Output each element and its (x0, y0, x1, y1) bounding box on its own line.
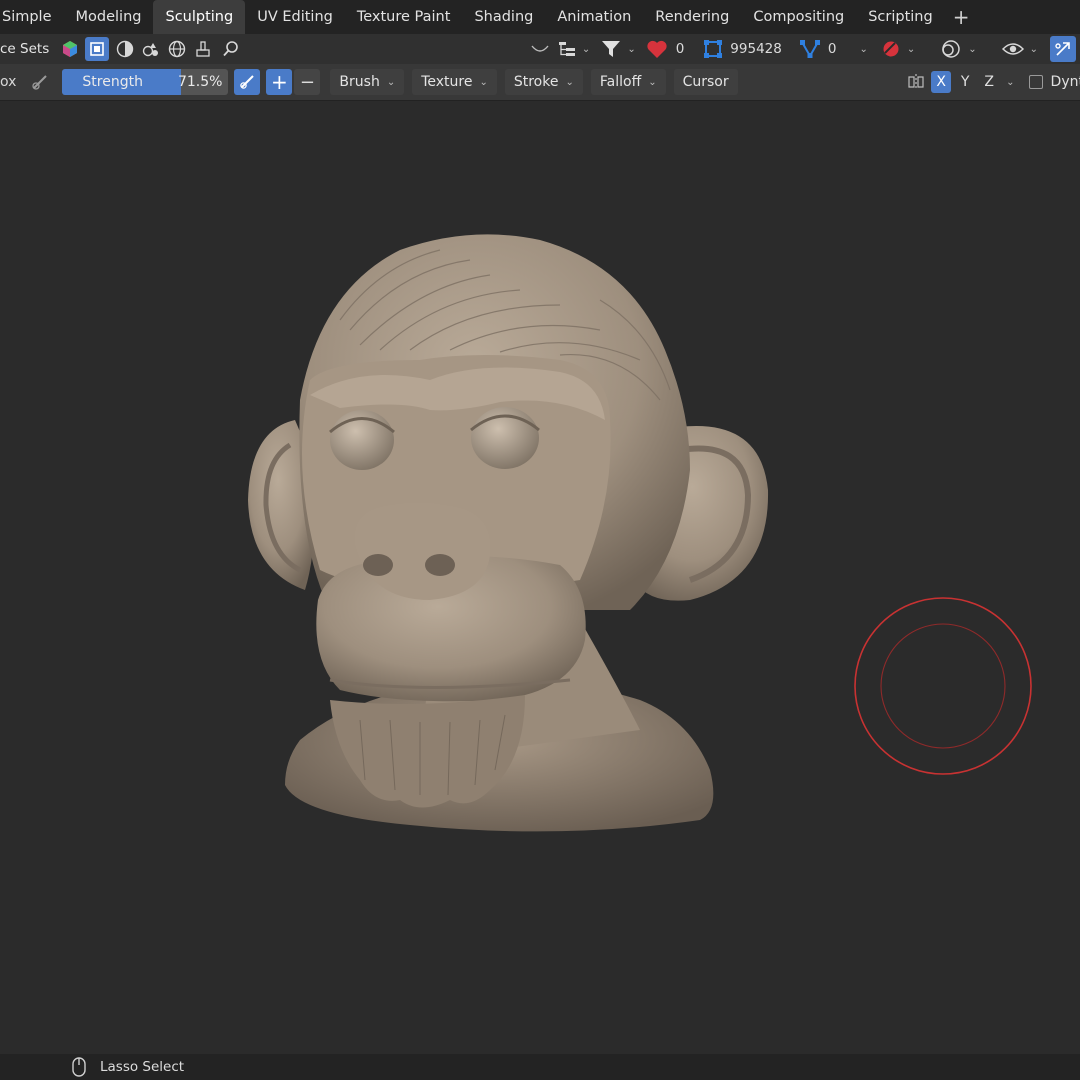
dyntopo-label: Dyntopo (1050, 74, 1080, 90)
tab-sculpting[interactable]: Sculpting (153, 0, 246, 34)
vertex-icon (702, 39, 724, 59)
strength-pressure-icon[interactable] (234, 69, 261, 95)
outliner-hierarchy-icon[interactable] (555, 40, 579, 58)
chevron-down-icon[interactable]: ⌄ (627, 44, 635, 55)
chevron-down-icon: ⌄ (479, 76, 488, 88)
chevron-down-icon[interactable]: ⌄ (907, 44, 915, 55)
edge-count: 0 (827, 41, 837, 57)
cursor-menu[interactable]: Cursor (673, 69, 738, 95)
strength-slider[interactable]: Strength 71.5% (62, 69, 229, 95)
brush-name-cut[interactable]: ox (0, 74, 16, 90)
chevron-down-icon[interactable]: ⌄ (1030, 44, 1038, 55)
tab-scripting[interactable]: Scripting (856, 0, 944, 34)
texture-menu[interactable]: Texture ⌄ (412, 69, 497, 95)
overlay-sphere-icon[interactable] (878, 40, 904, 58)
chevron-down-icon: ⌄ (386, 76, 396, 88)
texture-menu-label: Texture (421, 74, 473, 90)
tab-animation[interactable]: Animation (545, 0, 643, 34)
tab-modeling[interactable]: Modeling (64, 0, 154, 34)
brush-falloff-cursor (880, 623, 1006, 749)
tab-compositing[interactable]: Compositing (741, 0, 856, 34)
face-count: 0 (675, 41, 685, 57)
mirror-y-toggle[interactable]: Y (955, 71, 975, 93)
cursor-menu-label: Cursor (682, 74, 729, 90)
falloff-menu-label: Falloff (599, 74, 642, 90)
status-bar: Lasso Select (0, 1054, 1080, 1080)
edge-icon (798, 39, 822, 59)
mouse-left-icon (70, 1057, 88, 1077)
tab-shading[interactable]: Shading (462, 0, 545, 34)
chevron-down-icon: ⌄ (565, 76, 574, 88)
strength-value: 71.5% (177, 74, 223, 90)
tab-simple[interactable]: Simple (0, 0, 64, 34)
stroke-menu-label: Stroke (513, 74, 559, 90)
tab-texture-paint[interactable]: Texture Paint (345, 0, 463, 34)
box-mask-icon[interactable] (85, 37, 110, 61)
direction-add-button[interactable]: + (266, 69, 293, 95)
sculpt-canvas[interactable] (0, 101, 1080, 1054)
dyntopo-checkbox[interactable] (1028, 75, 1043, 89)
face-sets-menu[interactable]: ce Sets (0, 41, 49, 57)
chevron-down-icon: ⌄ (648, 76, 657, 88)
status-hint: Lasso Select (100, 1059, 185, 1075)
viewport-header: ce Sets ⌄ ⌄ 0 995428 0 ⌄ ⌄ ⌄ ⌄ (0, 34, 1080, 64)
vertex-count: 995428 (730, 41, 782, 57)
stroke-menu[interactable]: Stroke ⌄ (504, 69, 583, 95)
gizmo-toggle-icon[interactable] (1050, 36, 1076, 62)
tool-settings-bar: ox Strength 71.5% + − Brush ⌄ Texture ⌄ St… (0, 64, 1080, 101)
filter-icon[interactable] (598, 39, 624, 59)
brush-menu-label: Brush (339, 74, 380, 90)
direction-subtract-button[interactable]: − (294, 69, 321, 95)
3d-viewport[interactable] (0, 101, 1080, 1054)
chevron-down-icon[interactable]: ⌄ (582, 44, 590, 55)
search-icon[interactable] (219, 40, 243, 58)
sphere-mask-icon[interactable] (113, 40, 137, 58)
brush-pressure-icon[interactable] (30, 73, 50, 91)
curve-icon[interactable] (529, 43, 551, 55)
symmetry-icon (905, 73, 927, 91)
face-sets-icon[interactable] (59, 40, 81, 58)
tab-uv-editing[interactable]: UV Editing (245, 0, 345, 34)
heart-icon (644, 39, 670, 59)
falloff-menu[interactable]: Falloff ⌄ (590, 69, 666, 95)
chevron-down-icon[interactable]: ⌄ (968, 44, 976, 55)
brush-menu[interactable]: Brush ⌄ (330, 69, 405, 95)
shading-mode-icon[interactable] (937, 39, 965, 59)
mask-filter-icon[interactable] (139, 40, 163, 58)
add-workspace-button[interactable]: + (945, 0, 978, 34)
monkey-sculpt-model (248, 234, 769, 832)
strength-label: Strength (82, 74, 143, 90)
tab-rendering[interactable]: Rendering (643, 0, 741, 34)
trim-brush-icon[interactable] (191, 40, 215, 58)
visibility-eye-icon[interactable] (999, 40, 1027, 58)
chevron-down-icon[interactable]: ⌄ (1006, 77, 1014, 88)
chevron-down-icon[interactable]: ⌄ (859, 44, 867, 55)
mirror-z-toggle[interactable]: Z (979, 71, 999, 93)
mirror-x-toggle[interactable]: X (931, 71, 952, 93)
sculpt-globe-icon[interactable] (165, 40, 189, 58)
workspace-tab-bar: Simple Modeling Sculpting UV Editing Tex… (0, 0, 1080, 34)
